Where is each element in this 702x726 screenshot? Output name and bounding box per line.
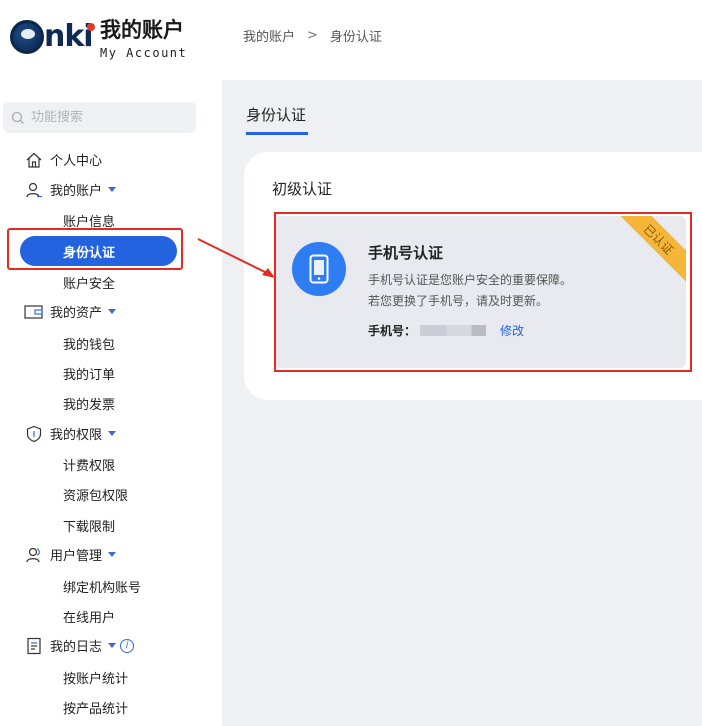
nav-group-label: 个人中心 [50,154,103,169]
shield-icon [24,425,44,443]
sidebar-item-my-wallet[interactable]: 我的钱包 [63,334,115,353]
home-icon [24,151,44,169]
logo-subtitle: My Account [100,46,188,60]
caret-down-icon [108,552,117,557]
nav-group-my-account[interactable]: 我的账户 [24,180,117,199]
main-content: 身份认证 初级认证 手机号认证 手机号认证是您账户安全的重要保障。 若您更换了手… [222,80,702,726]
nav-group-label: 我的资产 [50,306,103,321]
sidebar-item-package-permissions[interactable]: 资源包权限 [63,485,128,504]
annotation-arrow [197,238,275,278]
caret-down-icon [108,643,117,648]
sidebar-item-stats-by-account[interactable]: 按账户统计 [63,668,128,687]
card-title: 初级认证 [272,180,333,198]
caret-down-icon [108,309,117,314]
tab-identity-auth[interactable]: 身份认证 [246,104,306,125]
cnki-logo[interactable]: nki 我的账户 My Account [10,14,187,60]
nav-group-label: 用户管理 [50,549,103,564]
search-icon [11,111,24,124]
annotation-highlight-box [274,212,692,372]
log-icon [24,637,44,655]
user-icon [24,181,44,199]
breadcrumb: 我的账户 > 身份认证 [243,26,382,45]
caret-down-icon [108,431,117,436]
sidebar-item-my-invoices[interactable]: 我的发票 [63,394,115,413]
sidebar-item-account-security[interactable]: 账户安全 [63,273,115,292]
sidebar-item-stats-by-product[interactable]: 按产品统计 [63,698,128,717]
sidebar-item-download-limits[interactable]: 下载限制 [63,516,115,535]
search-input[interactable] [31,110,181,125]
sidebar-item-bind-institution[interactable]: 绑定机构账号 [63,577,141,596]
nav-group-my-permissions[interactable]: 我的权限 [24,424,117,443]
nav-group-personal-center[interactable]: 个人中心 [24,150,102,169]
caret-down-icon [108,187,117,192]
logo-mark: nki [10,17,98,57]
breadcrumb-item-account[interactable]: 我的账户 [243,26,295,45]
sidebar-item-my-orders[interactable]: 我的订单 [63,364,115,383]
breadcrumb-separator: > [307,28,318,43]
globe-icon [10,20,44,54]
sidebar: 个人中心 我的账户 账户信息 身份认证 账户安全 我的资产 我的钱包 我的订单 … [0,80,222,726]
wallet-icon [24,303,44,321]
nav-group-my-logs[interactable]: 我的日志 i [24,636,135,655]
nav-group-label: 我的权限 [50,428,103,443]
users-icon [24,546,44,564]
nav-group-label: 我的日志 [50,640,103,655]
sidebar-item-billing-permissions[interactable]: 计费权限 [63,455,115,474]
sidebar-item-online-users[interactable]: 在线用户 [63,607,115,626]
nav-group-label: 我的账户 [50,184,103,199]
logo-title: 我的账户 [100,18,184,42]
nav-group-my-assets[interactable]: 我的资产 [24,302,117,321]
tab-active-indicator [246,132,308,135]
header: nki 我的账户 My Account 我的账户 > 身份认证 [0,0,702,80]
info-icon[interactable]: i [120,638,135,653]
search-box[interactable] [3,102,196,133]
breadcrumb-item-current: 身份认证 [329,30,382,45]
nav-group-user-management[interactable]: 用户管理 [24,545,117,564]
annotation-highlight-box [7,228,183,270]
